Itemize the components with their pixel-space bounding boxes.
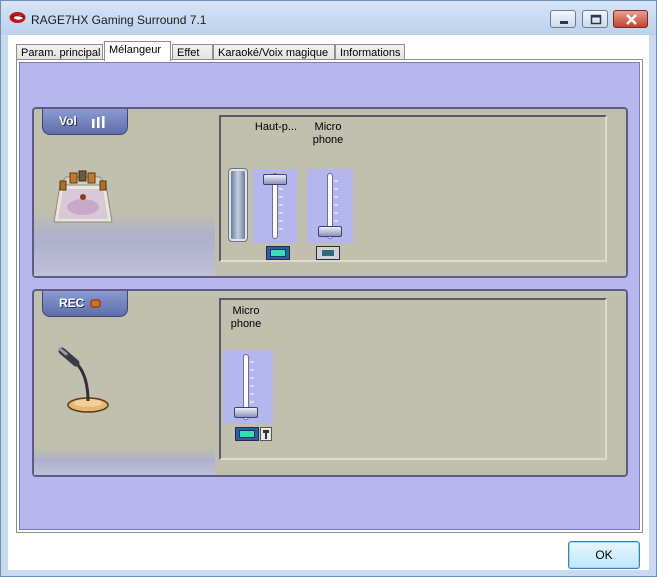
tab-karaoke[interactable]: Karaoké/Voix magique [213,44,335,60]
tab-effet[interactable]: Effet [172,44,213,60]
app-window: RAGE7HX Gaming Surround 7.1 Param. princ… [0,0,657,577]
minimize-icon [560,21,568,24]
window-title: RAGE7HX Gaming Surround 7.1 [31,13,207,27]
recording-channels-area: Micro phone [219,298,607,460]
tab-label: Effet [177,47,200,59]
minimize-button[interactable] [550,10,576,28]
channel-label: Micro phone [221,305,271,331]
microphone-record-toggle[interactable] [235,427,259,441]
mic-settings-button[interactable] [260,427,272,441]
channel-label-line2: phone [312,134,344,146]
rec-header: REC [42,291,128,317]
close-icon [626,14,637,25]
tab-param-principal[interactable]: Param. principal [16,44,103,60]
slider-ticks [279,180,283,230]
maximize-button[interactable] [582,10,608,28]
speaker-mute-toggle[interactable] [266,246,290,260]
microphone-playback-thumb[interactable] [318,226,342,237]
microphone-playback-mute-toggle[interactable] [316,246,340,260]
playback-panel: Vol Haut-p... Micro phone [32,107,628,278]
microphone-record-thumb[interactable] [234,407,258,418]
tab-label: Param. principal [21,47,101,59]
master-level-meter [228,168,248,242]
speaker-slider-thumb[interactable] [263,174,287,185]
recording-panel: REC Micro phone [32,289,628,477]
microphone-stand-icon [58,347,109,413]
rec-header-label: REC [59,296,85,310]
mixer-background: Vol Haut-p... Micro phone REC Micro phon… [19,62,640,530]
tab-label: Karaoké/Voix magique [218,47,329,59]
playback-channels-area: Haut-p... Micro phone [219,115,607,262]
maximize-icon [590,14,602,25]
vol-header: Vol [42,109,128,135]
ok-button[interactable]: OK [568,541,640,569]
channel-label-line1: Micro [314,121,342,133]
hammer-icon [263,430,269,439]
microphone-record-slider[interactable] [223,350,273,424]
channel-label: Haut-p... [251,121,301,134]
channel-label-line1: Micro [232,305,260,317]
microphone-playback-slider[interactable] [307,169,353,243]
tab-label: Informations [340,47,401,59]
tab-informations[interactable]: Informations [335,44,405,60]
client-area: Param. principal Mélangeur Effet Karaoké… [8,35,649,570]
speaker-bars-icon [92,116,105,128]
speaker-slider[interactable] [253,169,297,243]
tab-melangeur[interactable]: Mélangeur [104,41,171,61]
channel-label-line1: Haut-p... [254,121,298,133]
speaker-room-icon [53,170,113,223]
tab-label: Mélangeur [109,44,161,56]
close-button[interactable] [613,10,648,28]
channel-label-line2: phone [230,318,262,330]
record-dot-icon [90,299,101,308]
channel-label: Micro phone [303,121,353,147]
title-bar[interactable]: RAGE7HX Gaming Surround 7.1 [1,1,656,35]
button-bar [8,537,649,570]
vol-header-label: Vol [59,114,77,128]
red-lips-icon [9,12,26,23]
mixer-tab-panel: Vol Haut-p... Micro phone REC Micro phon… [16,59,643,533]
panel-band [34,449,215,475]
